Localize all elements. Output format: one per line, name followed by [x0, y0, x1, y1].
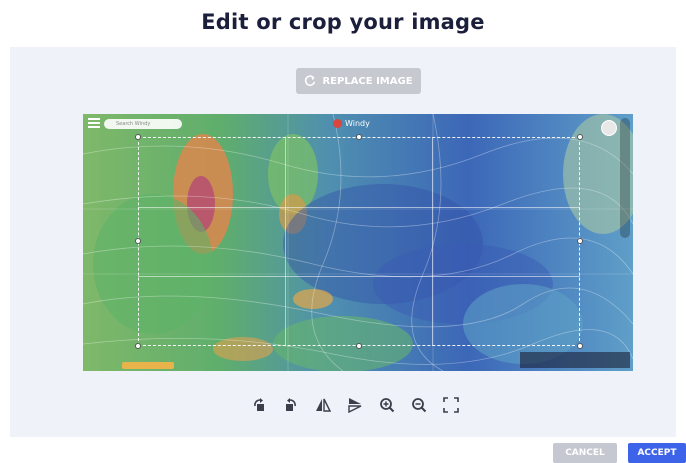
avatar	[601, 120, 617, 136]
windy-search-field: Search Windy	[104, 119, 182, 129]
edit-toolbar	[250, 396, 460, 414]
accept-button[interactable]: ACCEPT	[628, 443, 686, 463]
windy-logo: Windy	[333, 117, 370, 129]
rotate-right-icon	[286, 398, 296, 411]
crop-grid-line	[285, 137, 286, 346]
rotate-left-icon	[254, 398, 264, 411]
zoom-in-icon	[380, 398, 395, 413]
crop-handle-bottom-right[interactable]	[577, 343, 583, 349]
fit-screen-button[interactable]	[442, 396, 460, 414]
replace-image-label: REPLACE IMAGE	[322, 75, 413, 87]
windy-legend	[122, 362, 174, 369]
windy-side-rail	[620, 118, 630, 238]
zoom-in-button[interactable]	[378, 396, 396, 414]
crop-box[interactable]	[138, 137, 580, 346]
zoom-out-button[interactable]	[410, 396, 428, 414]
crop-grid-line	[138, 207, 580, 208]
windy-menu-icon	[88, 118, 100, 130]
flip-horizontal-icon	[316, 398, 331, 412]
flip-horizontal-button[interactable]	[314, 396, 332, 414]
zoom-out-icon	[412, 398, 427, 413]
crop-handle-left[interactable]	[135, 238, 141, 244]
fit-screen-icon	[443, 397, 459, 413]
crop-handle-right[interactable]	[577, 238, 583, 244]
rotate-right-button[interactable]	[282, 396, 300, 414]
crop-grid-line	[138, 276, 580, 277]
windy-logo-text: Windy	[345, 118, 370, 128]
crop-grid-line	[432, 137, 433, 346]
cancel-button[interactable]: CANCEL	[553, 443, 617, 463]
windy-bottom-bar	[520, 352, 630, 368]
crop-handle-bottom[interactable]	[356, 343, 362, 349]
replace-image-button[interactable]: REPLACE IMAGE	[296, 68, 421, 94]
rotate-left-button[interactable]	[250, 396, 268, 414]
dialog-title: Edit or crop your image	[201, 10, 485, 34]
flip-vertical-icon	[348, 398, 362, 413]
crop-handle-top[interactable]	[356, 134, 362, 140]
windy-logo-icon	[333, 118, 342, 128]
crop-handle-bottom-left[interactable]	[135, 343, 141, 349]
flip-vertical-button[interactable]	[346, 396, 364, 414]
refresh-icon	[305, 75, 316, 86]
crop-handle-top-left[interactable]	[135, 134, 141, 140]
crop-handle-top-right[interactable]	[577, 134, 583, 140]
